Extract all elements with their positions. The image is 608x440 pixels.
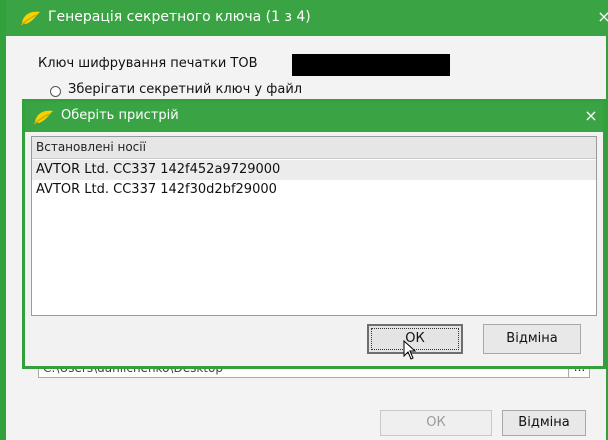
inner-cancel-button[interactable]: Відміна	[483, 324, 581, 354]
outer-titlebar[interactable]: Генерація секретного ключа (1 з 4) ×	[6, 0, 608, 36]
close-icon[interactable]: ×	[594, 7, 608, 27]
device-list-header[interactable]: Встановлені носії	[32, 137, 596, 159]
save-to-file-radio-label: Зберігати секретний ключ у файл	[68, 82, 303, 97]
outer-ok-button[interactable]: ОК	[380, 410, 492, 436]
mouse-pointer-icon	[403, 340, 417, 360]
app-logo-icon	[20, 11, 40, 26]
inner-titlebar[interactable]: Оберіть пристрій ×	[25, 102, 603, 132]
select-device-dialog: Оберіть пристрій × Встановлені носії AVT…	[22, 99, 606, 369]
key-label: Ключ шифрування печатки ТОВ	[38, 56, 258, 71]
redacted-name-box	[292, 54, 450, 76]
app-logo-icon	[33, 110, 53, 125]
save-to-file-radio[interactable]	[50, 86, 61, 97]
outer-cancel-button[interactable]: Відміна	[502, 410, 586, 436]
device-list[interactable]: Встановлені носії AVTOR Ltd. CC337 142f4…	[31, 136, 597, 316]
list-item[interactable]: AVTOR Ltd. CC337 142f30d2bf29000	[32, 180, 596, 200]
list-item[interactable]: AVTOR Ltd. CC337 142f452a9729000	[32, 160, 596, 180]
outer-window-title: Генерація секретного ключа (1 з 4)	[48, 9, 311, 25]
inner-dialog-title: Оберіть пристрій	[61, 108, 179, 123]
close-icon[interactable]: ×	[581, 106, 601, 126]
